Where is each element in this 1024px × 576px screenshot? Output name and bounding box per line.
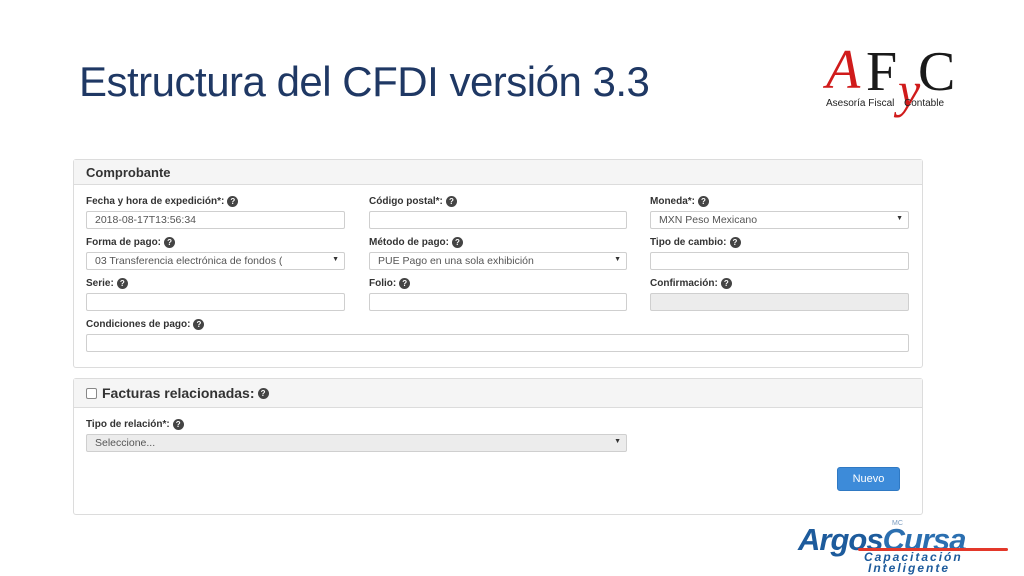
comprobante-panel: Comprobante Fecha y hora de expedición*:… (73, 159, 923, 368)
argos-subtitle-line2: Inteligente (868, 561, 951, 575)
condiciones-pago-label: Condiciones de pago: (86, 318, 191, 330)
question-circle-icon[interactable]: ? (227, 195, 239, 207)
question-circle-icon[interactable]: ? (257, 387, 269, 399)
serie-field: Serie:? (86, 276, 345, 311)
question-circle-icon[interactable]: ? (193, 318, 205, 330)
fecha-field: Fecha y hora de expedición*:? 2018-08-17… (86, 194, 345, 229)
metodo-pago-label: Método de pago: (369, 236, 449, 248)
moneda-select[interactable]: MXN Peso Mexicano (650, 211, 909, 229)
tipo-relacion-field: Tipo de relación*:? Seleccione... (86, 417, 627, 452)
question-circle-icon[interactable]: ? (445, 195, 457, 207)
question-circle-icon[interactable]: ? (399, 277, 411, 289)
facturas-relacionadas-checkbox[interactable] (86, 387, 97, 399)
codigo-postal-field: Código postal*:? (369, 194, 627, 229)
fecha-label: Fecha y hora de expedición*: (86, 195, 225, 207)
condiciones-pago-input[interactable] (86, 334, 909, 352)
question-circle-icon[interactable]: ? (729, 236, 741, 248)
question-circle-icon[interactable]: ? (164, 236, 176, 248)
forma-pago-field: Forma de pago:? 03 Transferencia electró… (86, 235, 345, 270)
argoscursa-logo: ArgosCursa MC Capacitación Inteligente (798, 520, 1018, 575)
argos-mark: MC (892, 520, 903, 527)
afyc-logo-letter-y: y (898, 62, 921, 118)
serie-label: Serie: (86, 277, 114, 289)
tipo-relacion-select[interactable]: Seleccione... (86, 434, 627, 452)
tipo-relacion-label: Tipo de relación*: (86, 418, 170, 430)
question-circle-icon[interactable]: ? (698, 195, 709, 207)
confirmacion-input (650, 293, 909, 311)
facturas-relacionadas-header: Facturas relacionadas: ? (74, 379, 922, 408)
slide-title: Estructura del CFDI versión 3.3 (79, 58, 650, 105)
afyc-logo-letter-c: C (918, 41, 956, 103)
comprobante-panel-title: Comprobante (74, 160, 922, 185)
codigo-postal-label: Código postal*: (369, 195, 443, 207)
question-circle-icon[interactable]: ? (452, 236, 463, 248)
serie-input[interactable] (86, 293, 345, 311)
fecha-input[interactable]: 2018-08-17T13:56:34 (86, 211, 345, 229)
afyc-logo-letter-f: F (866, 41, 898, 103)
tipo-cambio-label: Tipo de cambio: (650, 236, 727, 248)
tipo-cambio-field: Tipo de cambio:? (650, 235, 909, 270)
question-circle-icon[interactable]: ? (172, 418, 184, 430)
afyc-logo: A F y C Asesoría Fiscal Contable (822, 40, 962, 130)
metodo-pago-select[interactable]: PUE Pago en una sola exhibición (369, 252, 627, 270)
afyc-logo-subtitle-right: Contable (904, 98, 945, 109)
facturas-relacionadas-title: Facturas relacionadas: (102, 385, 255, 401)
moneda-label: Moneda*: (650, 195, 695, 207)
folio-label: Folio: (369, 277, 397, 289)
condiciones-pago-field: Condiciones de pago:? (86, 317, 909, 352)
folio-input[interactable] (369, 293, 627, 311)
question-circle-icon[interactable]: ? (720, 277, 732, 289)
metodo-pago-field: Método de pago:? PUE Pago en una sola ex… (369, 235, 627, 270)
afyc-logo-subtitle-left: Asesoría Fiscal (826, 98, 895, 109)
afyc-logo-letter-a: A (826, 39, 861, 101)
question-circle-icon[interactable]: ? (116, 277, 128, 289)
confirmacion-field: Confirmación:? (650, 276, 909, 311)
codigo-postal-input[interactable] (369, 211, 627, 229)
facturas-relacionadas-panel: Facturas relacionadas: ? Tipo de relació… (73, 378, 923, 515)
moneda-field: Moneda*:? MXN Peso Mexicano (650, 194, 909, 229)
folio-field: Folio:? (369, 276, 627, 311)
forma-pago-select[interactable]: 03 Transferencia electrónica de fondos ( (86, 252, 345, 270)
forma-pago-label: Forma de pago: (86, 236, 162, 248)
confirmacion-label: Confirmación: (650, 277, 718, 289)
tipo-cambio-input[interactable] (650, 252, 909, 270)
nuevo-button[interactable]: Nuevo (837, 467, 900, 491)
